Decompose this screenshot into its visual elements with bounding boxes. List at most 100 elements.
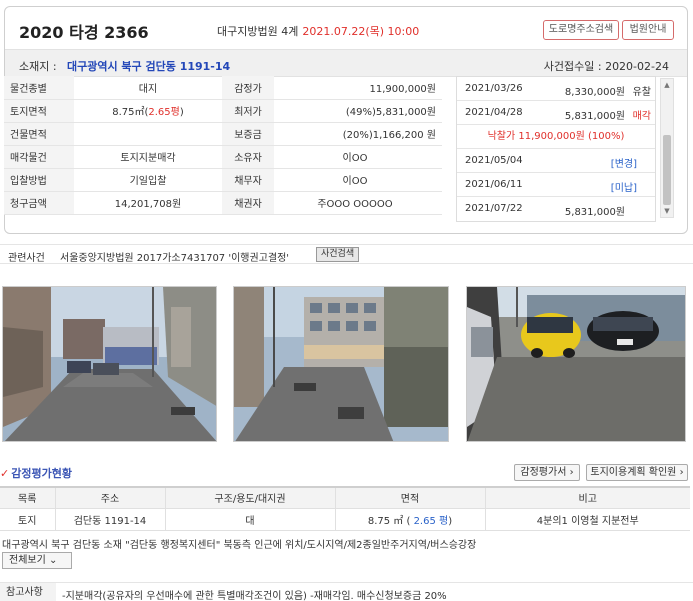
court-info: 대구지방법원 4계 2021.07.22(목) 10:00 xyxy=(217,23,419,39)
area-pyeong: 2.65 평 xyxy=(410,515,449,527)
table-row: 입찰방법 기일입찰 채무자 이OO xyxy=(4,168,442,192)
history-date: 2021/04/28 xyxy=(465,107,523,118)
land-use-plan-button[interactable]: 토지이용계획 확인원 › xyxy=(586,464,688,481)
related-case-bar: 관련사건 서울중앙지방법원 2017가소7431707 '이행권고결정' 사건검… xyxy=(0,244,693,264)
appraisal-value: 11,900,000원 xyxy=(274,76,442,100)
col-structure: 구조/용도/대지권 xyxy=(165,486,336,509)
owner-label: 소유자 xyxy=(222,145,274,169)
auction-history-list: 2021/03/26 8,330,000원 유찰 2021/04/28 5,83… xyxy=(456,76,656,222)
view-all-button[interactable]: 전체보기 ⌄ xyxy=(2,552,72,569)
min-price-value: (49%)5,831,000원 xyxy=(274,99,442,123)
street-photo-image xyxy=(3,287,216,441)
table-row: 매각물건 토지지분매각 소유자 이OO xyxy=(4,145,442,169)
property-address[interactable]: 대구광역시 북구 검단동 1191-14 xyxy=(67,58,230,74)
col-area: 면적 xyxy=(335,486,486,509)
history-price: 8,330,000원 xyxy=(564,87,625,98)
row-address: 검단동 1191-14 xyxy=(55,508,166,531)
land-area-value: 8.75㎡(2.65평) xyxy=(74,99,222,123)
location-description: 대구광역시 북구 검단동 소재 "검단동 행정복지센터" 북동측 인근에 위치/… xyxy=(2,540,477,551)
property-photo-3[interactable] xyxy=(466,286,686,442)
history-price: 5,831,000원 xyxy=(564,207,625,218)
table-row: 물건종별 대지 감정가 11,900,000원 xyxy=(4,76,442,100)
list-item: 2021/07/22 5,831,000원 xyxy=(457,197,655,221)
col-address: 주소 xyxy=(55,486,166,509)
bid-method-label: 입찰방법 xyxy=(4,168,74,192)
appraisal-title-text: 감정평가현황 xyxy=(11,467,72,480)
history-scrollbar[interactable]: ▲ ▼ xyxy=(660,78,674,218)
property-photo-2[interactable] xyxy=(233,286,449,442)
appraisal-table: 목록 주소 구조/용도/대지권 면적 비고 토지 검단동 1191-14 대 8… xyxy=(0,486,690,531)
address-label: 소재지 : xyxy=(19,60,57,73)
list-item: 2021/03/26 8,330,000원 유찰 xyxy=(457,77,655,101)
table-row: 토지 검단동 1191-14 대 8.75 ㎡ ( 2.65 평) 4분의1 이… xyxy=(0,508,690,531)
property-info-table: 물건종별 대지 감정가 11,900,000원 토지면적 8.75㎡(2.65평… xyxy=(4,76,442,215)
appraisal-label: 감정가 xyxy=(222,76,274,100)
table-row: 토지면적 8.75㎡(2.65평) 최저가 (49%)5,831,000원 xyxy=(4,99,442,123)
scroll-thumb[interactable] xyxy=(663,135,671,205)
use-label: 물건종별 xyxy=(4,76,74,100)
history-date: 2021/03/26 xyxy=(465,83,523,94)
appraisal-report-button[interactable]: 감정평가서 › xyxy=(514,464,580,481)
auction-date: 2021.07.22(목) 10:00 xyxy=(302,25,420,38)
debtor-label: 채무자 xyxy=(222,168,274,192)
sold-price: 낙찰가 11,900,000원 (100%) xyxy=(457,125,655,149)
row-structure: 대 xyxy=(165,508,336,531)
sale-item-label: 매각물건 xyxy=(4,145,74,169)
reference-note-bar: 참고사항 -지분매각(공유자의 우선매수에 관한 특별매각조건이 있음) -재매… xyxy=(0,582,693,601)
reference-value: -지분매각(공유자의 우선매수에 관한 특별매각조건이 있음) -재매각임. 매… xyxy=(62,591,447,601)
case-number: 2020 타경 2366 xyxy=(19,23,149,42)
land-area-pyeong: 2.65평 xyxy=(148,107,180,118)
parking-photo-image xyxy=(467,287,685,441)
history-result-link[interactable]: [미납] xyxy=(611,179,637,194)
min-price-label: 최저가 xyxy=(222,99,274,123)
history-result: 유찰 xyxy=(632,87,651,98)
scroll-up-icon[interactable]: ▲ xyxy=(661,79,673,91)
creditor-value: 주OOO OOOOO xyxy=(274,191,442,215)
road-address-search-button[interactable]: 도로명주소검색 xyxy=(543,20,619,40)
claim-label: 청구금액 xyxy=(4,191,74,215)
row-note: 4분의1 이영철 지분전부 xyxy=(485,508,690,531)
history-result-link[interactable]: [변경] xyxy=(611,155,637,170)
table-row: 건물면적 보증금 (20%)1,166,200 원 xyxy=(4,122,442,146)
land-area-close: ) xyxy=(179,107,184,118)
appraisal-section-title: ✓ 감정평가현황 xyxy=(0,465,72,481)
history-date: 2021/07/22 xyxy=(465,203,523,214)
deposit-label: 보증금 xyxy=(222,122,274,146)
case-search-button[interactable]: 사건검색 xyxy=(316,247,360,262)
col-item: 목록 xyxy=(0,486,56,509)
received-date: 사건접수일 : 2020-02-24 xyxy=(543,60,669,73)
check-icon: ✓ xyxy=(0,467,10,480)
scroll-down-icon[interactable]: ▼ xyxy=(661,205,673,217)
area-sqm: 8.75 ㎡ ( xyxy=(367,515,411,527)
address-bar: 소재지 : 대구광역시 북구 검단동 1191-14 사건접수일 : 2020-… xyxy=(5,49,687,77)
list-item: 2021/05/04 [변경] xyxy=(457,149,655,173)
history-date: 2021/06/11 xyxy=(465,179,523,190)
area-close: ) xyxy=(448,515,453,527)
land-area-sqm: 8.75㎡( xyxy=(112,107,149,118)
court-guide-button[interactable]: 법원안내 xyxy=(622,20,674,40)
debtor-value: 이OO xyxy=(274,168,442,192)
list-item: 2021/06/11 [미납] xyxy=(457,173,655,197)
land-area-label: 토지면적 xyxy=(4,99,74,123)
claim-value: 14,201,708원 xyxy=(74,191,222,215)
col-note: 비고 xyxy=(485,486,690,509)
row-item: 토지 xyxy=(0,508,56,531)
related-case-value: 서울중앙지방법원 2017가소7431707 '이행권고결정' xyxy=(60,253,290,264)
history-price: 5,831,000원 xyxy=(564,111,625,122)
history-result: 매각 xyxy=(632,111,651,122)
property-photo-1[interactable] xyxy=(2,286,217,442)
list-item: 2021/04/28 5,831,000원 매각 xyxy=(457,101,655,125)
sale-item-value: 토지지분매각 xyxy=(74,145,222,169)
court-name: 대구지방법원 4계 xyxy=(217,25,299,38)
related-case-label: 관련사건 xyxy=(8,253,45,264)
history-date: 2021/05/04 xyxy=(465,155,523,166)
alley-photo-image xyxy=(234,287,448,441)
row-area: 8.75 ㎡ ( 2.65 평) xyxy=(335,508,486,531)
reference-label: 참고사항 xyxy=(0,583,56,601)
deposit-value: (20%)1,166,200 원 xyxy=(274,122,442,146)
building-area-value xyxy=(74,122,222,146)
bid-method-value: 기일입찰 xyxy=(74,168,222,192)
owner-value: 이OO xyxy=(274,145,442,169)
table-header-row: 목록 주소 구조/용도/대지권 면적 비고 xyxy=(0,486,690,509)
creditor-label: 채권자 xyxy=(222,191,274,215)
